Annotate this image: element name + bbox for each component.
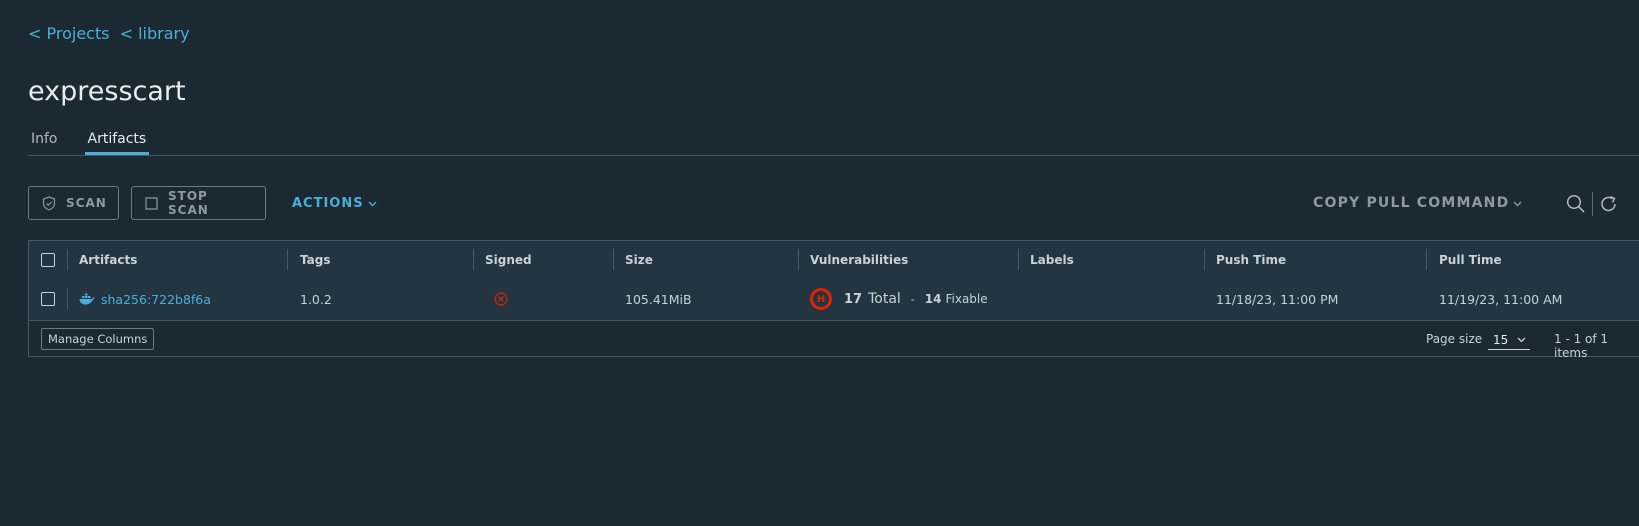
row-checkbox[interactable] xyxy=(41,292,55,306)
tab-bar: Info Artifacts xyxy=(28,128,1639,156)
severity-high-badge: H xyxy=(810,288,832,310)
page-title: expresscart xyxy=(28,76,186,107)
artifacts-datagrid: Artifacts Tags Signed Size Vulnerabiliti… xyxy=(28,240,1639,360)
search-icon[interactable] xyxy=(1566,194,1586,218)
docker-icon xyxy=(79,293,95,305)
vuln-fixable-count: 14 xyxy=(924,292,942,306)
select-all-cell xyxy=(41,241,55,278)
page-size-select[interactable]: 15 xyxy=(1488,330,1530,350)
tab-artifacts[interactable]: Artifacts xyxy=(84,128,150,155)
column-divider xyxy=(1018,249,1019,270)
toolbar-divider xyxy=(1592,192,1593,216)
column-divider xyxy=(798,249,799,270)
signed-cell xyxy=(494,278,508,320)
vuln-separator: - xyxy=(910,292,915,306)
column-header-labels[interactable]: Labels xyxy=(1030,241,1074,278)
size-cell: 105.41MiB xyxy=(625,291,692,307)
vuln-fixable-label: Fixable xyxy=(945,292,988,306)
stop-scan-button-label: STOP SCAN xyxy=(168,189,209,217)
column-header-pull-time[interactable]: Pull Time xyxy=(1439,241,1502,278)
vulnerabilities-cell[interactable]: H 17 Total - 14 Fixable xyxy=(810,278,988,320)
table-header: Artifacts Tags Signed Size Vulnerabiliti… xyxy=(29,241,1639,279)
column-divider xyxy=(67,288,68,309)
page-size-label: Page size xyxy=(1426,332,1483,346)
copy-pull-command-dropdown[interactable]: COPY PULL COMMAND xyxy=(1313,195,1522,211)
breadcrumb-library-link[interactable]: < library xyxy=(120,24,190,43)
manage-columns-button[interactable]: Manage Columns xyxy=(41,328,155,350)
artifact-digest-link[interactable]: sha256:722b8f6a xyxy=(101,292,211,307)
actions-dropdown[interactable]: ACTIONS xyxy=(292,196,377,211)
column-header-signed[interactable]: Signed xyxy=(485,241,532,278)
column-divider xyxy=(67,249,68,270)
pull-time-cell: 11/19/23, 11:00 AM xyxy=(1439,291,1563,307)
column-divider xyxy=(613,249,614,270)
breadcrumb-projects-link[interactable]: < Projects xyxy=(28,24,110,43)
not-signed-icon xyxy=(494,292,508,306)
column-divider xyxy=(1204,249,1205,270)
artifacts-page: < Projects < library expresscart Info Ar… xyxy=(0,0,1639,526)
vuln-total-label: Total xyxy=(868,291,901,307)
chevron-down-icon xyxy=(368,196,377,211)
scan-button[interactable]: SCAN xyxy=(28,186,119,220)
column-header-tags[interactable]: Tags xyxy=(300,241,330,278)
vuln-total-count: 17 xyxy=(844,291,863,307)
scan-button-label: SCAN xyxy=(66,196,107,210)
table-footer: Manage Columns Page size 15 1 - 1 of 1 i… xyxy=(29,321,1639,360)
column-header-vulnerabilities[interactable]: Vulnerabilities xyxy=(810,241,908,278)
column-divider xyxy=(287,249,288,270)
stop-scan-button[interactable]: STOP SCAN xyxy=(131,186,266,220)
column-header-size[interactable]: Size xyxy=(625,241,653,278)
page-size-value: 15 xyxy=(1493,332,1509,347)
column-divider xyxy=(473,249,474,270)
breadcrumb: < Projects < library xyxy=(28,24,190,43)
column-header-artifacts[interactable]: Artifacts xyxy=(79,241,137,278)
table-row[interactable]: sha256:722b8f6a 1.0.2 105.41MiB H 17 Tot… xyxy=(29,278,1639,321)
column-header-push-time[interactable]: Push Time xyxy=(1216,241,1286,278)
push-time-cell: 11/18/23, 11:00 PM xyxy=(1216,291,1339,307)
row-select-cell xyxy=(41,278,55,320)
copy-pull-command-label: COPY PULL COMMAND xyxy=(1313,195,1510,211)
chevron-down-icon xyxy=(1517,337,1526,343)
select-all-checkbox[interactable] xyxy=(41,252,55,267)
shield-icon xyxy=(42,195,56,211)
tab-info[interactable]: Info xyxy=(28,128,61,154)
chevron-down-icon xyxy=(1513,195,1522,211)
actions-label: ACTIONS xyxy=(292,196,364,211)
tag-cell: 1.0.2 xyxy=(300,291,332,307)
refresh-icon[interactable] xyxy=(1599,194,1619,218)
column-divider xyxy=(1426,249,1427,270)
artifact-cell: sha256:722b8f6a xyxy=(79,278,211,320)
pagination-info: 1 - 1 of 1 items xyxy=(1554,332,1609,360)
stop-square-icon xyxy=(145,196,158,210)
